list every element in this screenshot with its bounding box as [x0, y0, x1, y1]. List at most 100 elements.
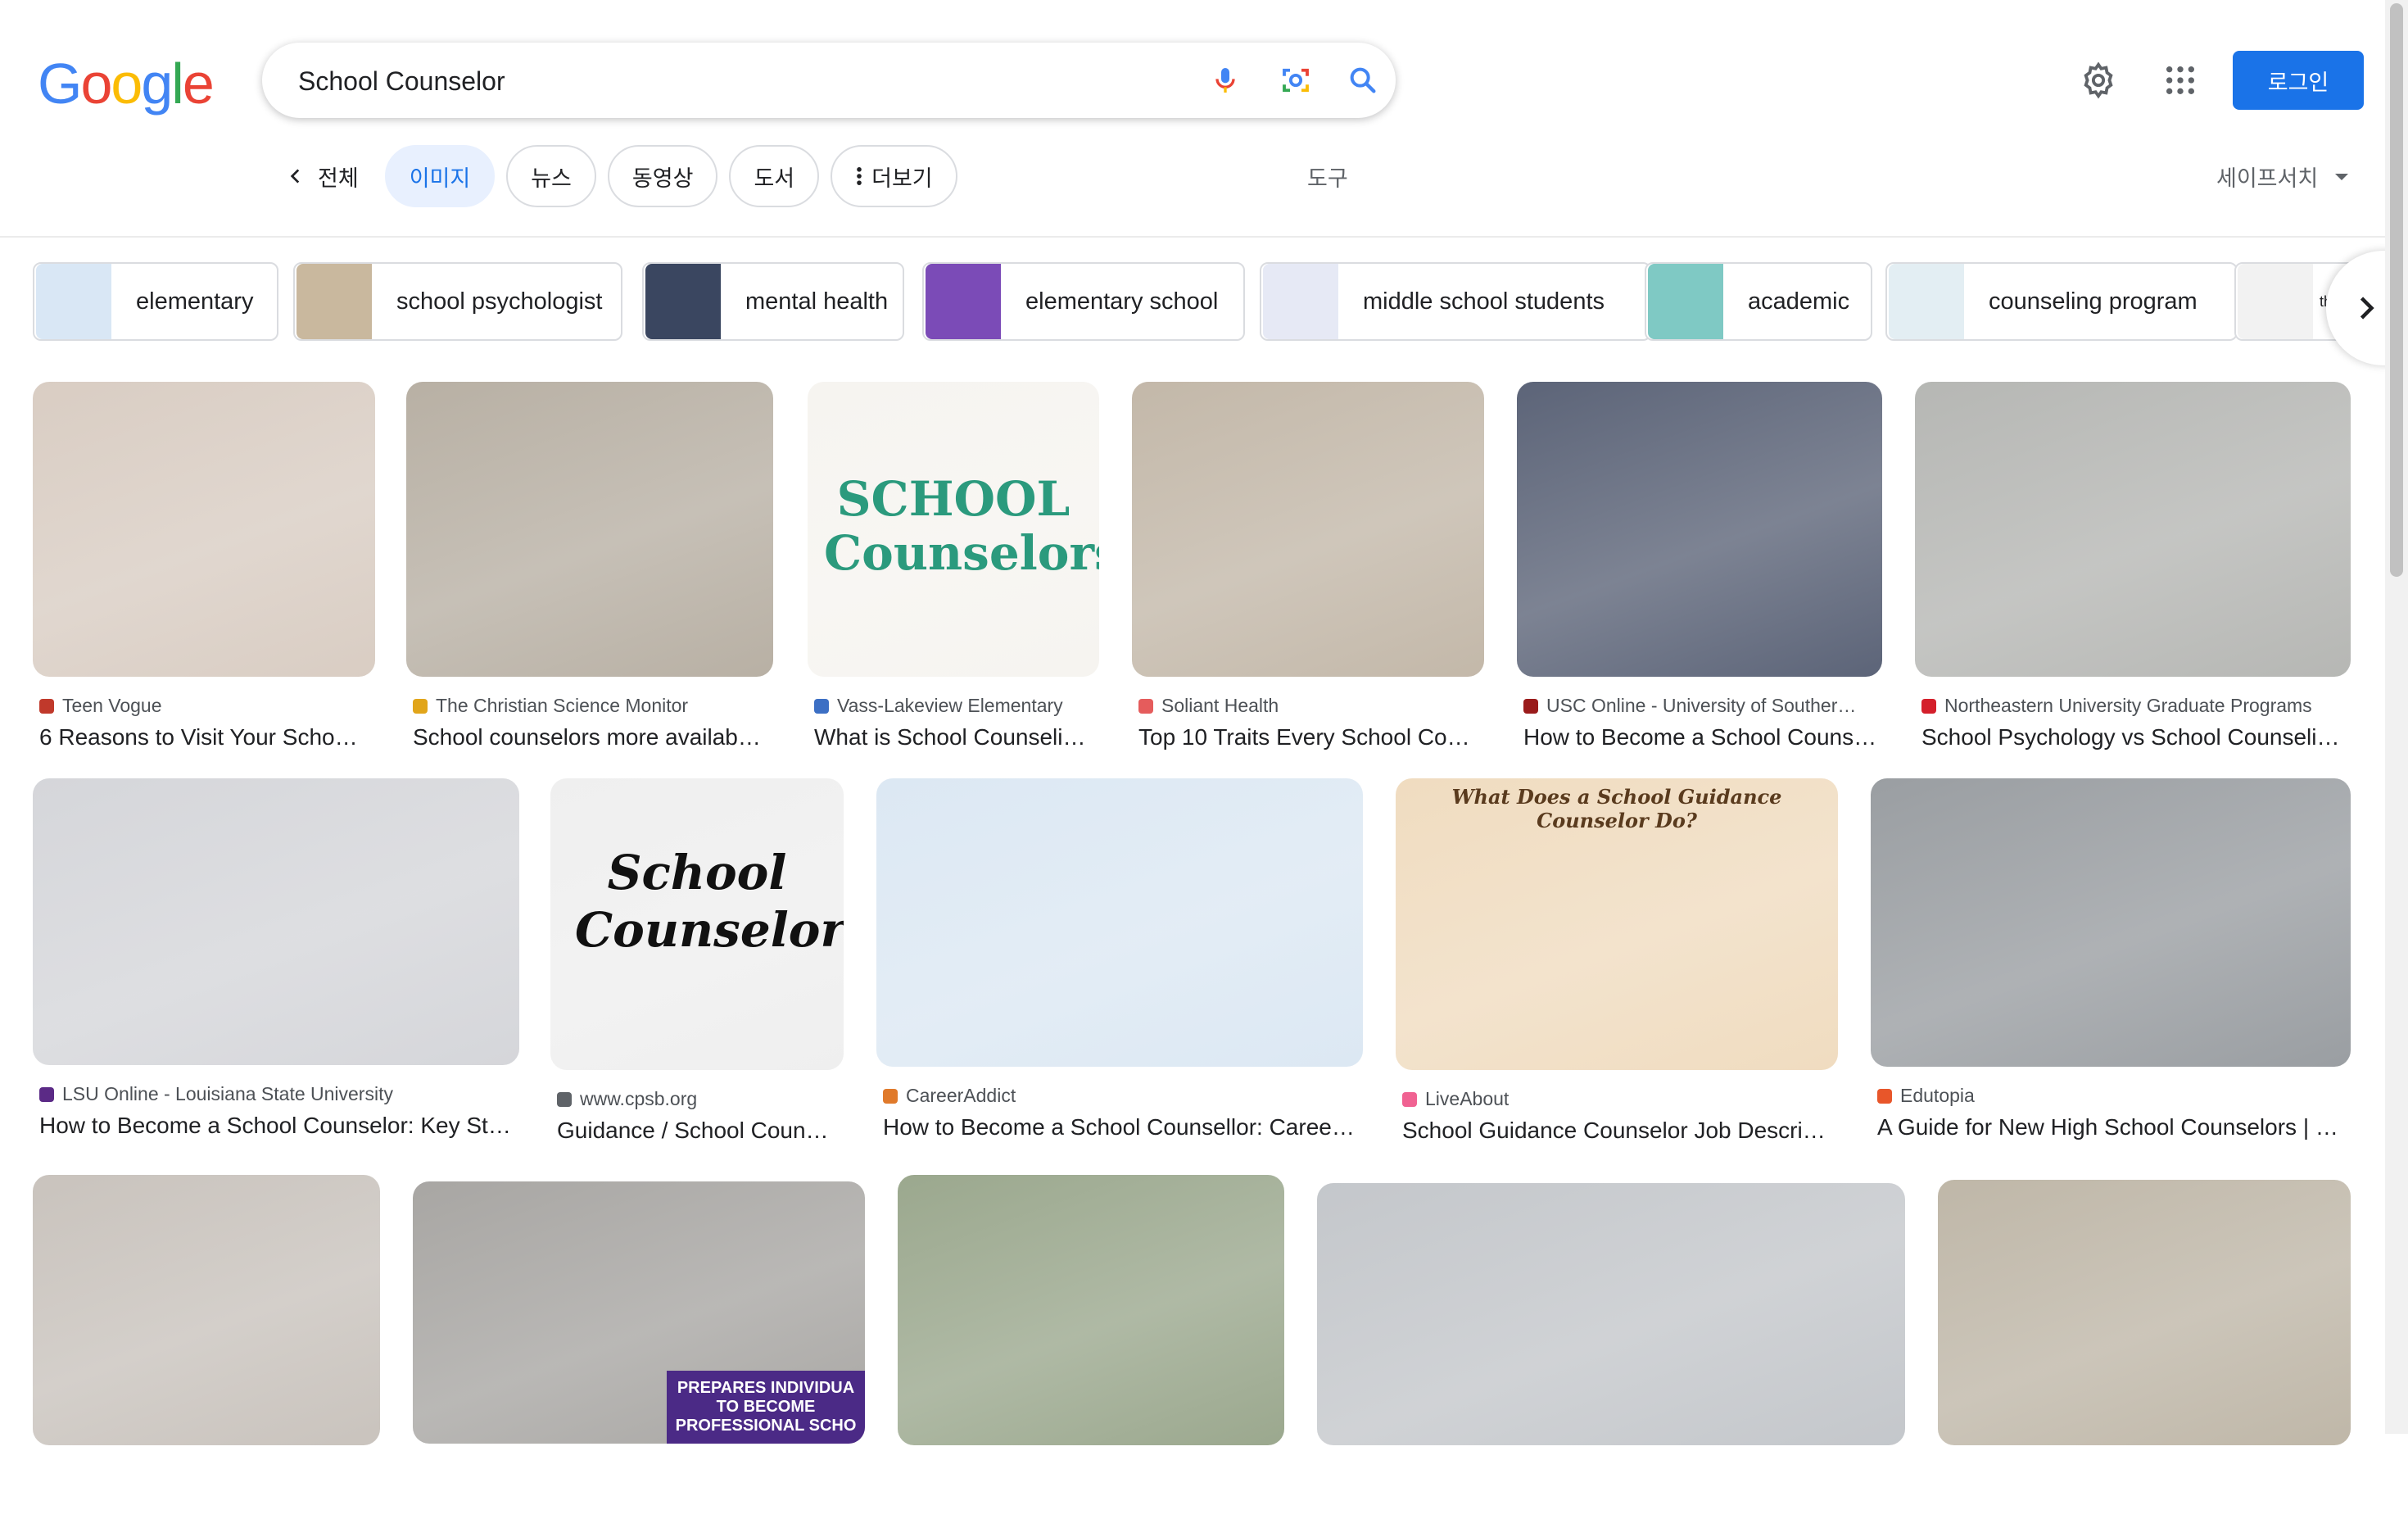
- result-source[interactable]: The Christian Science Monitor: [413, 695, 773, 717]
- result-source[interactable]: www.cpsb.org: [557, 1088, 844, 1110]
- tab-all[interactable]: 전체: [270, 145, 373, 207]
- logo-letter: G: [38, 52, 82, 116]
- result-title[interactable]: A Guide for New High School Counselors |…: [1877, 1114, 2351, 1140]
- image-result[interactable]: The Christian Science Monitor School coun…: [406, 382, 773, 750]
- result-thumbnail[interactable]: [1317, 1183, 1905, 1445]
- site-favicon-icon: [1138, 698, 1153, 714]
- result-title[interactable]: How to Become a School Couns…: [1523, 724, 1882, 750]
- chip-label: elementary school: [1025, 288, 1219, 315]
- tab-label: 더보기: [871, 166, 933, 191]
- result-source[interactable]: LiveAbout: [1402, 1088, 1838, 1110]
- tools-button[interactable]: 도구: [1307, 161, 1348, 193]
- mic-icon[interactable]: [1206, 61, 1245, 100]
- image-result[interactable]: Northeastern University Graduate Program…: [1915, 382, 2351, 750]
- chip-thumbnail: [2238, 264, 2313, 339]
- site-favicon-icon: [413, 698, 428, 714]
- result-thumbnail[interactable]: [1132, 382, 1484, 677]
- tab-more[interactable]: 더보기: [831, 145, 957, 207]
- image-result[interactable]: [1317, 1183, 1905, 1519]
- result-title[interactable]: What is School Counseli…: [814, 724, 1099, 750]
- source-name: LSU Online - Louisiana State University: [62, 1083, 393, 1104]
- header-divider: [0, 236, 2385, 238]
- search-box[interactable]: [262, 43, 1396, 118]
- chip-thumbnail: [1648, 264, 1723, 339]
- thumbnail-text: SCHOOL Counselors: [824, 471, 1099, 581]
- result-thumbnail[interactable]: School Counselor: [550, 778, 844, 1070]
- result-thumbnail[interactable]: PREPARES INDIVIDUA TO BECOME PROFESSIONA…: [413, 1181, 865, 1444]
- source-name: Teen Vogue: [62, 695, 162, 716]
- image-result[interactable]: School Counselor www.cpsb.org Guidance / S…: [550, 778, 844, 1144]
- logo-letter: g: [141, 52, 173, 116]
- result-source[interactable]: LSU Online - Louisiana State University: [39, 1083, 519, 1105]
- tab-images[interactable]: 이미지: [384, 145, 496, 207]
- result-source[interactable]: Teen Vogue: [39, 695, 375, 717]
- result-source[interactable]: Edutopia: [1877, 1085, 2351, 1107]
- result-thumbnail[interactable]: [1938, 1180, 2351, 1445]
- result-thumbnail[interactable]: SCHOOL Counselors: [808, 382, 1099, 677]
- result-thumbnail[interactable]: [33, 1175, 380, 1445]
- result-source[interactable]: USC Online - University of Souther…: [1523, 695, 1882, 717]
- result-title[interactable]: How to Become a School Counsellor: Caree…: [883, 1114, 1363, 1140]
- related-chip[interactable]: mental health: [642, 262, 904, 341]
- result-thumbnail[interactable]: [1517, 382, 1882, 677]
- result-title[interactable]: 6 Reasons to Visit Your Scho…: [39, 724, 375, 750]
- image-result[interactable]: Teen Vogue 6 Reasons to Visit Your Scho…: [33, 382, 375, 750]
- result-source[interactable]: Vass-Lakeview Elementary: [814, 695, 1099, 717]
- search-input[interactable]: [296, 57, 1119, 105]
- gear-icon: [2084, 61, 2113, 99]
- result-thumbnail[interactable]: [33, 382, 375, 677]
- result-thumbnail[interactable]: What Does a School Guidance Counselor Do…: [1396, 778, 1838, 1070]
- settings-button[interactable]: [2077, 59, 2120, 102]
- tab-books[interactable]: 도서: [729, 145, 820, 207]
- result-thumbnail[interactable]: [1871, 778, 2351, 1067]
- result-thumbnail[interactable]: [876, 778, 1363, 1067]
- result-title[interactable]: School Psychology vs School Counseli…: [1921, 724, 2351, 750]
- site-favicon-icon: [557, 1091, 572, 1107]
- image-result[interactable]: [898, 1175, 1284, 1519]
- image-result[interactable]: Soliant Health Top 10 Traits Every School…: [1132, 382, 1484, 750]
- image-result[interactable]: CareerAddict How to Become a School Couns…: [876, 778, 1363, 1140]
- result-title[interactable]: Guidance / School Coun…: [557, 1118, 844, 1144]
- site-favicon-icon: [814, 698, 829, 714]
- image-result[interactable]: [33, 1175, 380, 1519]
- search-icon[interactable]: [1343, 61, 1383, 100]
- camera-lens-icon[interactable]: [1276, 61, 1315, 100]
- related-chip[interactable]: academic: [1645, 262, 1872, 341]
- source-name: CareerAddict: [906, 1085, 1016, 1106]
- result-thumbnail[interactable]: [1915, 382, 2351, 677]
- result-source[interactable]: Northeastern University Graduate Program…: [1921, 695, 2351, 717]
- image-result[interactable]: LSU Online - Louisiana State University H…: [33, 778, 519, 1139]
- result-thumbnail[interactable]: [33, 778, 519, 1065]
- result-title[interactable]: Top 10 Traits Every School Co…: [1138, 724, 1484, 750]
- result-thumbnail[interactable]: [406, 382, 773, 677]
- login-button[interactable]: 로그인: [2233, 51, 2364, 110]
- apps-button[interactable]: [2159, 59, 2202, 102]
- scroll-thumb[interactable]: [2390, 3, 2403, 577]
- related-chip[interactable]: elementary: [33, 262, 278, 341]
- chip-label: mental health: [745, 288, 889, 315]
- result-title[interactable]: School counselors more availab…: [413, 724, 773, 750]
- related-chip[interactable]: elementary school: [922, 262, 1245, 341]
- related-chip[interactable]: counseling program: [1885, 262, 2238, 341]
- related-chip[interactable]: school psychologist: [293, 262, 622, 341]
- result-title[interactable]: How to Become a School Counselor: Key St…: [39, 1113, 519, 1139]
- tab-news[interactable]: 뉴스: [506, 145, 596, 207]
- thumbnail-text: PREPARES INDIVIDUA TO BECOME PROFESSIONA…: [667, 1371, 865, 1444]
- image-result[interactable]: PREPARES INDIVIDUA TO BECOME PROFESSIONA…: [413, 1181, 865, 1517]
- result-source[interactable]: Soliant Health: [1138, 695, 1484, 717]
- result-title[interactable]: School Guidance Counselor Job Descri…: [1402, 1118, 1838, 1144]
- result-source[interactable]: CareerAddict: [883, 1085, 1363, 1107]
- image-result[interactable]: USC Online - University of Souther… How t…: [1517, 382, 1882, 750]
- result-thumbnail[interactable]: [898, 1175, 1284, 1445]
- page-scrollbar[interactable]: [2385, 0, 2408, 1434]
- safesearch-dropdown[interactable]: 세이프서치: [2216, 161, 2349, 193]
- image-result[interactable]: Edutopia A Guide for New High School Coun…: [1871, 778, 2351, 1140]
- tab-videos[interactable]: 동영상: [607, 145, 718, 207]
- chip-thumbnail: [296, 264, 372, 339]
- image-result[interactable]: SCHOOL Counselors Vass-Lakeview Elementar…: [808, 382, 1099, 750]
- related-chip[interactable]: middle school students: [1260, 262, 1651, 341]
- image-result[interactable]: What Does a School Guidance Counselor Do…: [1396, 778, 1838, 1144]
- tab-label: 동영상: [631, 166, 694, 191]
- image-result[interactable]: [1938, 1180, 2351, 1519]
- google-logo[interactable]: Google: [38, 51, 215, 116]
